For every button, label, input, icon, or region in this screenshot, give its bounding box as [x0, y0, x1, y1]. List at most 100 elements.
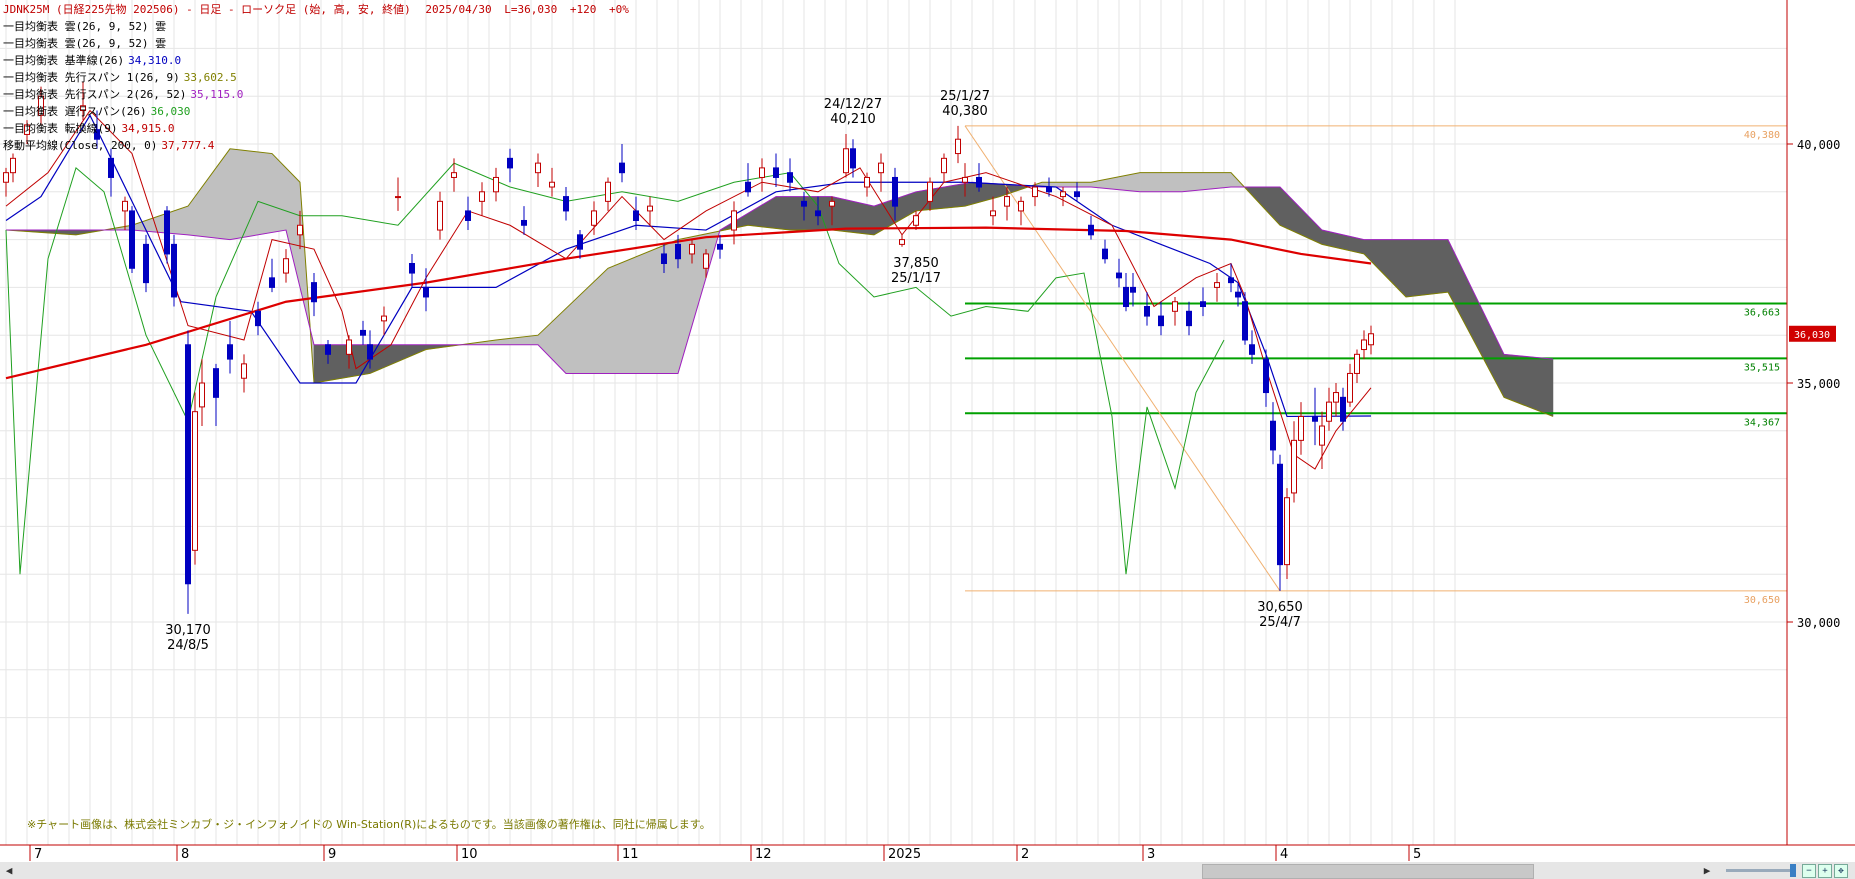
cloud-segment: [1174, 172, 1183, 193]
candle-body: [878, 162, 884, 174]
cloud-segment: [1433, 239, 1442, 295]
cloud-segment: [992, 183, 1001, 199]
legend-entry: 一目均衡表 雲(26, 9, 52) 雲: [3, 36, 166, 50]
legend-entry: 一目均衡表 遅行スパン(26) 36,030: [3, 104, 190, 118]
candle-body: [1284, 497, 1290, 566]
candle-body: [227, 344, 233, 360]
candle-body: [563, 196, 569, 212]
cloud-segment: [215, 157, 224, 240]
x-tick-label: 10: [461, 847, 478, 862]
cloud-segment: [600, 267, 609, 374]
cloud-segment: [1062, 181, 1071, 188]
scroll-thumb[interactable]: [1202, 864, 1534, 879]
candle-body: [990, 210, 996, 217]
candle-body: [892, 176, 898, 207]
candle-body: [1158, 315, 1164, 327]
legend-name: 移動平均線(Close, 200, 0): [3, 138, 157, 152]
cloud-segment: [565, 301, 574, 374]
horizontal-scrollbar[interactable]: ◀ ▶ − + ✥: [0, 862, 1855, 879]
cloud-segment: [1503, 354, 1512, 401]
cloud-segment: [1181, 172, 1190, 193]
cloud-segment: [789, 196, 798, 231]
cloud-segment: [1545, 358, 1554, 417]
scroll-left-arrow-icon[interactable]: ◀: [2, 863, 16, 878]
legend-entry: 一目均衡表 基準線(26) 34,310.0: [3, 53, 181, 67]
cloud-segment: [572, 294, 581, 374]
candle-body: [675, 243, 681, 260]
cloud-segment: [775, 196, 784, 230]
candle-body: [1347, 372, 1353, 403]
candle-body: [717, 243, 723, 250]
zoom-control[interactable]: − + ✥: [1720, 864, 1850, 878]
candle-body: [1130, 286, 1136, 293]
cloud-segment: [1321, 229, 1330, 247]
cloud-segment: [1391, 239, 1400, 291]
cloud-segment: [558, 307, 567, 375]
cloud-segment: [579, 287, 588, 374]
candle-body: [927, 181, 933, 202]
cloud-segment: [586, 281, 595, 374]
cloud-segment: [950, 184, 959, 208]
x-tick-label: 2: [1021, 847, 1029, 862]
zoom-in-icon[interactable]: +: [1818, 864, 1832, 878]
header-pct: +0%: [609, 3, 629, 16]
annotation-date: 24/8/5: [167, 638, 209, 653]
candle-body: [1186, 310, 1192, 327]
annotation-price: 37,850: [893, 256, 939, 271]
candle-body: [941, 157, 947, 174]
candlestick-chart[interactable]: 40,38036,66335,51534,36730,650 30,17024/…: [0, 0, 1855, 862]
zoom-slider[interactable]: [1790, 864, 1796, 877]
y-tick-label: 35,000: [1797, 377, 1840, 391]
candle-body: [1319, 425, 1325, 446]
legend-entry: 移動平均線(Close, 200, 0) 37,777.4: [3, 138, 215, 152]
cloud-segment: [1223, 172, 1232, 188]
cloud-segment: [1538, 357, 1547, 415]
candle-body: [1074, 191, 1080, 198]
candle-body: [913, 215, 919, 226]
cloud-segment: [642, 250, 651, 374]
cloud-segment: [1349, 236, 1358, 253]
x-tick-label: 5: [1413, 847, 1421, 862]
y-tick-label: 30,000: [1797, 616, 1840, 630]
legend-name: 一目均衡表 基準線(26): [3, 53, 124, 67]
cloud-segment: [264, 152, 273, 234]
candle-body: [423, 286, 429, 298]
candle-body: [1277, 463, 1283, 566]
candle-body: [479, 191, 485, 202]
cloud-segment: [866, 204, 875, 236]
candle-body: [192, 411, 198, 551]
candle-body: [577, 234, 583, 250]
zoom-out-icon[interactable]: −: [1802, 864, 1816, 878]
candle-body: [1214, 282, 1220, 288]
cloud-segment: [1195, 172, 1204, 191]
cloud-segment: [173, 208, 182, 235]
candle-body: [1270, 420, 1276, 451]
cloud-segment: [222, 148, 231, 240]
cloud-segment: [1083, 181, 1092, 188]
candle-body: [591, 210, 597, 226]
cloud-segment: [670, 239, 679, 374]
cloud-segment: [943, 185, 952, 209]
cloud-segment: [957, 183, 966, 208]
candle-body: [731, 210, 737, 231]
x-tick-label: 2025: [888, 847, 921, 862]
candle-body: [451, 172, 457, 178]
candle-body: [864, 176, 870, 188]
cloud-segment: [208, 167, 217, 239]
legend-value: 33,602.5: [184, 71, 237, 84]
cloud-segment: [1146, 172, 1155, 193]
cloud-segment: [782, 196, 791, 231]
candle-body: [759, 167, 765, 178]
cloud-segment: [1342, 234, 1351, 252]
cloud-segment: [1069, 181, 1078, 188]
candle-body: [143, 243, 149, 284]
candle-body: [283, 258, 289, 274]
cloud-segment: [1055, 181, 1064, 188]
cloud-segment: [649, 247, 658, 374]
cloud-segment: [1167, 172, 1176, 193]
fit-view-icon[interactable]: ✥: [1834, 864, 1848, 878]
candle-body: [633, 210, 639, 221]
y-tick-label: 40,000: [1797, 138, 1840, 152]
scroll-right-arrow-icon[interactable]: ▶: [1700, 863, 1714, 878]
candle-body: [1123, 286, 1129, 308]
